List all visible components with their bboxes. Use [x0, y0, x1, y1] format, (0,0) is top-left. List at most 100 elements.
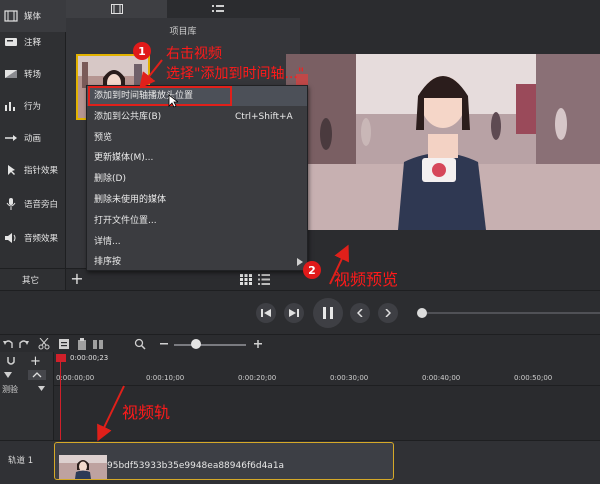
zoom-slider-track[interactable] — [174, 344, 246, 346]
quiz-dropdown-icon[interactable] — [38, 386, 45, 391]
sidebar-more-button[interactable]: 其它 — [0, 268, 66, 290]
tab-library[interactable] — [167, 0, 268, 18]
timeline-ruler[interactable]: 0:00:00;00 0:00:10;00 0:00:20;00 0:00:30… — [54, 352, 600, 386]
cursor-effect-icon — [8, 165, 15, 175]
sidebar-item-behaviors[interactable]: 行为 — [0, 90, 66, 122]
menu-item-label: 预览 — [94, 133, 113, 143]
split-icon[interactable] — [92, 338, 104, 350]
step-forward-button[interactable] — [284, 303, 304, 323]
ruler-tick: 0:00:10;00 — [146, 374, 185, 382]
add-track-button[interactable]: + — [30, 354, 41, 369]
scrub-track[interactable] — [422, 312, 600, 314]
zoom-in-icon[interactable] — [252, 338, 264, 350]
menu-item-details[interactable]: 详情... — [87, 232, 307, 252]
magnet-icon[interactable] — [6, 356, 16, 366]
submenu-arrow-icon — [297, 258, 303, 266]
video-preview[interactable] — [286, 54, 600, 230]
menu-item-label: 更新媒体(M)... — [94, 153, 154, 163]
list-view-icon[interactable] — [258, 274, 270, 285]
ruler-tick: 0:00:20;00 — [238, 374, 277, 382]
sidebar-item-label: 媒体 — [24, 12, 42, 22]
transition-icon — [5, 70, 17, 78]
sidebar-item-label: 动画 — [24, 134, 42, 144]
annotation-icon — [5, 38, 17, 46]
timeline-clip[interactable]: 95bdf53933b35e9948ea88946f6d4a1a — [54, 442, 394, 480]
sidebar-more-label: 其它 — [22, 275, 40, 286]
microphone-icon — [6, 198, 16, 210]
sidebar-item-cursor-effects[interactable]: 指针效果 — [0, 154, 66, 186]
step-2-badge: 2 — [303, 261, 321, 279]
sidebar-item-label: 注释 — [24, 38, 42, 48]
cut-icon[interactable] — [38, 338, 50, 350]
mouse-cursor-icon — [168, 94, 178, 108]
redo-icon[interactable] — [18, 338, 30, 350]
playhead[interactable]: 0:00:00;23 — [56, 354, 116, 364]
step-1-title: 右击视频 — [166, 46, 222, 62]
menu-item-preview[interactable]: 预览 — [87, 128, 307, 148]
sidebar-item-label: 音频效果 — [24, 234, 59, 244]
sidebar-item-animations[interactable]: 动画 — [0, 122, 66, 154]
paste-icon[interactable] — [76, 338, 88, 350]
ruler-tick: 0:00:00;00 — [56, 374, 95, 382]
menu-item-label: 详情... — [94, 237, 121, 247]
timeline-header: + 测验 — [0, 352, 54, 396]
highlight-box — [88, 86, 232, 106]
step-1-badge: 1 — [133, 42, 151, 60]
ruler-tick: 0:00:50;00 — [514, 374, 553, 382]
next-frame-button[interactable] — [378, 303, 398, 323]
sidebar-item-voice-narration[interactable]: 语音旁白 — [0, 188, 66, 220]
scrub-handle[interactable] — [417, 308, 427, 318]
menu-item-add-to-library[interactable]: 添加到公共库(B) Ctrl+Shift+A — [87, 107, 307, 127]
timeline-toolbar — [0, 334, 600, 352]
clip-name: 95bdf53933b35e9948ea88946f6d4a1a — [107, 461, 285, 471]
menu-item-delete-unused-media[interactable]: 删除未使用的媒体 — [87, 190, 307, 210]
pause-icon — [323, 307, 333, 319]
menu-item-delete[interactable]: 删除(D) — [87, 169, 307, 189]
menu-item-label: 排序按 — [94, 257, 122, 267]
menu-item-sort-by[interactable]: 排序按 — [87, 252, 307, 272]
chevron-up-icon[interactable] — [28, 370, 46, 380]
menu-item-shortcut: Ctrl+Shift+A — [235, 112, 293, 122]
playhead-handle[interactable] — [56, 354, 66, 362]
video-preview-note: 视频预览 — [334, 270, 399, 289]
behavior-icon — [5, 102, 15, 111]
step-1-instruction: 选择"添加到时间轴..." — [166, 66, 305, 82]
tool-sidebar: 媒体 注释 转场 行为 动画 指针效果 语音旁白 音频效果 其它 — [0, 0, 66, 290]
media-bin-title: 项目库 — [169, 27, 197, 37]
playback-controls — [0, 290, 600, 334]
context-menu: 添加到时间轴播放头位置 添加到公共库(B) Ctrl+Shift+A 预览 更新媒… — [86, 85, 308, 271]
sidebar-item-label: 指针效果 — [24, 166, 59, 176]
video-track-note: 视频轨 — [122, 403, 171, 422]
grid-view-icon[interactable] — [240, 274, 252, 285]
menu-item-label: 删除未使用的媒体 — [94, 195, 167, 205]
menu-item-label: 删除(D) — [94, 174, 126, 184]
previous-frame-button[interactable] — [350, 303, 370, 323]
sidebar-item-label: 语音旁白 — [24, 200, 59, 210]
film-icon — [110, 4, 123, 14]
chevron-down-icon[interactable] — [4, 372, 12, 378]
animation-icon — [5, 135, 17, 141]
step-back-button[interactable] — [256, 303, 276, 323]
tab-media-bin[interactable] — [66, 0, 167, 18]
clip-thumbnail-image — [59, 455, 107, 479]
pause-button[interactable] — [313, 298, 343, 328]
zoom-out-icon[interactable] — [158, 338, 170, 350]
menu-item-label: 添加到公共库(B) — [94, 112, 162, 122]
sidebar-item-transitions[interactable]: 转场 — [0, 58, 66, 90]
menu-item-label: 打开文件位置... — [94, 216, 157, 226]
zoom-slider-handle[interactable] — [191, 339, 201, 349]
step-forward-icon — [289, 309, 299, 317]
zoom-icon[interactable] — [134, 338, 146, 350]
copy-icon[interactable] — [58, 338, 70, 350]
sidebar-item-audio-effects[interactable]: 音频效果 — [0, 222, 66, 254]
chevron-right-icon — [385, 309, 391, 317]
menu-item-open-file-location[interactable]: 打开文件位置... — [87, 211, 307, 231]
speaker-icon — [5, 233, 16, 243]
ruler-tick: 0:00:40;00 — [422, 374, 461, 382]
step-back-icon — [261, 309, 271, 317]
sidebar-item-annotations[interactable]: 注释 — [0, 26, 66, 58]
undo-icon[interactable] — [2, 338, 14, 350]
sidebar-item-label: 转场 — [24, 70, 42, 80]
menu-item-update-media[interactable]: 更新媒体(M)... — [87, 148, 307, 168]
add-media-button[interactable]: + — [68, 271, 86, 289]
